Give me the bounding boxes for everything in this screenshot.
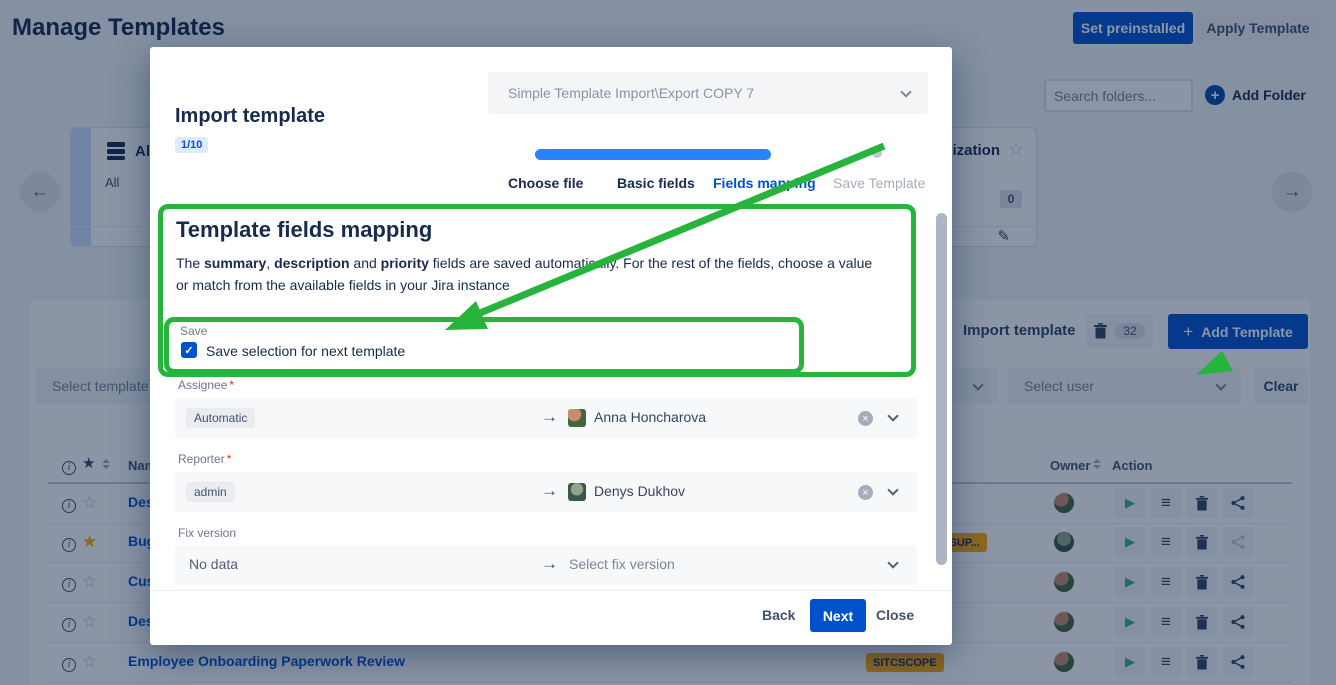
fix-version-mapping-row: No data → Select fix version: [175, 545, 917, 585]
step-basic-fields[interactable]: Basic fields: [617, 175, 695, 191]
fix-version-field-label: Fix version: [178, 526, 236, 540]
map-arrow-icon: →: [541, 481, 558, 501]
save-group-label: Save: [180, 324, 207, 338]
assignee-field-label: Assignee*: [178, 378, 234, 392]
mapping-description: The summary, description and priority fi…: [176, 253, 882, 296]
map-arrow-icon: →: [541, 407, 558, 427]
progress-step-dot: [872, 148, 882, 158]
assignee-source-chip: Automatic: [186, 408, 255, 428]
save-selection-checkbox[interactable]: ✓: [181, 342, 197, 358]
next-button[interactable]: Next: [810, 599, 866, 632]
fix-version-source-text: No data: [189, 556, 238, 572]
template-select-dropdown[interactable]: Simple Template Import\Export COPY 7: [488, 72, 928, 114]
assignee-avatar: [568, 409, 586, 427]
step-save-template[interactable]: Save Template: [833, 175, 925, 191]
modal-title: Import template: [175, 105, 325, 128]
chevron-down-icon[interactable]: [887, 410, 898, 421]
back-button[interactable]: Back: [762, 607, 795, 623]
reporter-field-label: Reporter*: [178, 452, 231, 466]
chevron-down-icon[interactable]: [887, 557, 898, 568]
mapping-heading: Template fields mapping: [176, 217, 432, 243]
close-button[interactable]: Close: [876, 607, 914, 623]
reporter-target-value: Denys Dukhov: [594, 483, 685, 499]
import-template-modal: Simple Template Import\Export COPY 7 Imp…: [150, 47, 952, 645]
assignee-mapping-row: Automatic → Anna Honcharova ×: [175, 398, 917, 438]
required-asterisk: *: [227, 452, 232, 466]
counter-badge: 1/10: [175, 137, 208, 153]
fix-version-placeholder: Select fix version: [569, 556, 675, 572]
chevron-down-icon[interactable]: [887, 484, 898, 495]
save-selection-label: Save selection for next template: [206, 343, 405, 359]
step-choose-file[interactable]: Choose file: [508, 175, 583, 191]
progress-bar: [535, 149, 771, 160]
assignee-target-value: Anna Honcharova: [594, 409, 706, 425]
reporter-source-chip: admin: [186, 482, 235, 502]
manage-templates-page: Manage Templates Set preinstalled Apply …: [0, 0, 1336, 685]
map-arrow-icon: →: [541, 554, 558, 574]
chevron-down-icon: [900, 86, 911, 97]
next-label: Next: [823, 608, 853, 624]
clear-selection-icon[interactable]: ×: [858, 485, 873, 500]
required-asterisk: *: [229, 378, 234, 392]
modal-footer: Back Next Close: [150, 590, 952, 645]
check-icon: ✓: [184, 344, 193, 357]
clear-selection-icon[interactable]: ×: [858, 411, 873, 426]
modal-scrollbar-thumb[interactable]: [936, 213, 947, 565]
step-fields-mapping[interactable]: Fields mapping: [713, 175, 816, 191]
reporter-avatar: [568, 483, 586, 501]
template-select-value: Simple Template Import\Export COPY 7: [508, 85, 754, 101]
reporter-mapping-row: admin → Denys Dukhov ×: [175, 472, 917, 512]
